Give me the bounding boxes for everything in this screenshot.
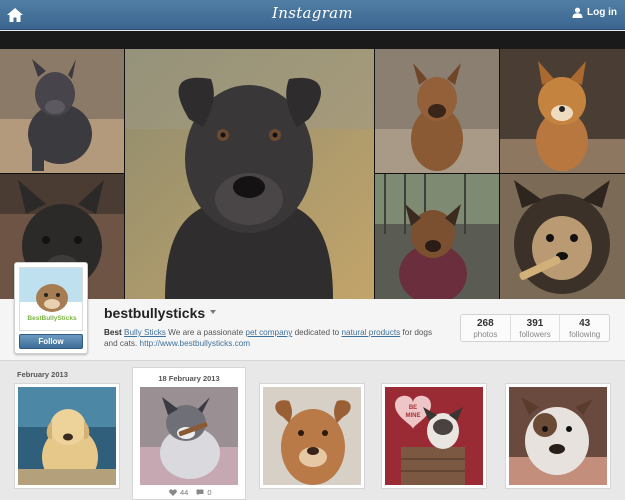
follow-button[interactable]: Follow — [19, 334, 83, 349]
feed-photo-card[interactable] — [505, 383, 611, 489]
bio-link-pet-company[interactable]: pet company — [245, 328, 292, 337]
user-icon — [572, 7, 583, 18]
bio-text: dedicated to — [294, 328, 340, 337]
collage-photo-featured[interactable] — [125, 49, 374, 299]
profile-bio: Best Bully Sticks We are a passionate pe… — [104, 327, 439, 349]
stat-count: 391 — [526, 318, 544, 329]
month-label: February 2013 — [17, 370, 68, 379]
feed-photo-card-selected[interactable]: 18 February 2013 44 0 — [132, 367, 246, 500]
stat-following[interactable]: 43 following — [560, 315, 609, 341]
feed-photo-card[interactable] — [14, 383, 120, 489]
collage-photo[interactable] — [375, 49, 499, 173]
chevron-down-icon[interactable] — [210, 310, 216, 314]
avatar-card: BestBullySticks Follow — [14, 262, 88, 354]
feed-photo-card[interactable] — [259, 383, 365, 489]
photo-feed: February 2013 18 February 2013 44 0 BE M… — [0, 361, 625, 500]
bio-text: We are a passionate — [168, 328, 244, 337]
feed-photo-card[interactable]: BE MINE — [381, 383, 487, 489]
collage-photo[interactable] — [500, 49, 625, 173]
avatar-logo-text: BestBullySticks — [27, 315, 77, 322]
svg-text:BE: BE — [409, 405, 417, 411]
feed-photo[interactable] — [509, 387, 607, 485]
stat-count: 268 — [476, 318, 494, 329]
stat-label: following — [569, 330, 601, 339]
like-count: 44 — [180, 488, 189, 497]
photo-meta: 44 0 — [169, 488, 212, 497]
stat-label: followers — [519, 330, 551, 339]
profile-stats: 268 photos 391 followers 43 following — [460, 314, 610, 342]
feed-photo[interactable] — [263, 387, 361, 485]
photo-collage — [0, 49, 625, 299]
bio-name: Best — [104, 328, 122, 337]
stat-count: 43 — [579, 318, 591, 329]
photo-date: 18 February 2013 — [158, 374, 220, 383]
comment-count: 0 — [207, 488, 212, 497]
collage-photo[interactable] — [375, 174, 499, 299]
stat-photos[interactable]: 268 photos — [461, 315, 511, 341]
stat-followers[interactable]: 391 followers — [511, 315, 561, 341]
bio-link-natural-products[interactable]: natural products — [341, 328, 400, 337]
svg-text:MINE: MINE — [406, 413, 421, 419]
login-label: Log in — [587, 7, 617, 18]
feed-photo[interactable] — [140, 387, 238, 485]
collage-photo[interactable] — [500, 174, 625, 299]
avatar[interactable]: BestBullySticks — [19, 267, 83, 331]
bio-link-bully-sticks[interactable]: Bully Sticks — [124, 328, 166, 337]
bio-website-link[interactable]: http://www.bestbullysticks.com — [140, 339, 251, 348]
feed-photo[interactable] — [18, 387, 116, 485]
comment-icon — [196, 489, 204, 496]
stat-label: photos — [473, 330, 498, 339]
profile-username: bestbullysticks — [104, 305, 206, 321]
feed-photo[interactable]: BE MINE — [385, 387, 483, 485]
collage-photo[interactable] — [0, 49, 124, 173]
instagram-logo[interactable]: Instagram — [0, 4, 625, 22]
header-divider — [0, 31, 625, 49]
profile-header: BestBullySticks Follow bestbullysticks B… — [0, 262, 625, 361]
top-navbar: Instagram Log in — [0, 0, 625, 30]
login-button[interactable]: Log in — [572, 7, 617, 18]
heart-icon — [169, 489, 177, 496]
